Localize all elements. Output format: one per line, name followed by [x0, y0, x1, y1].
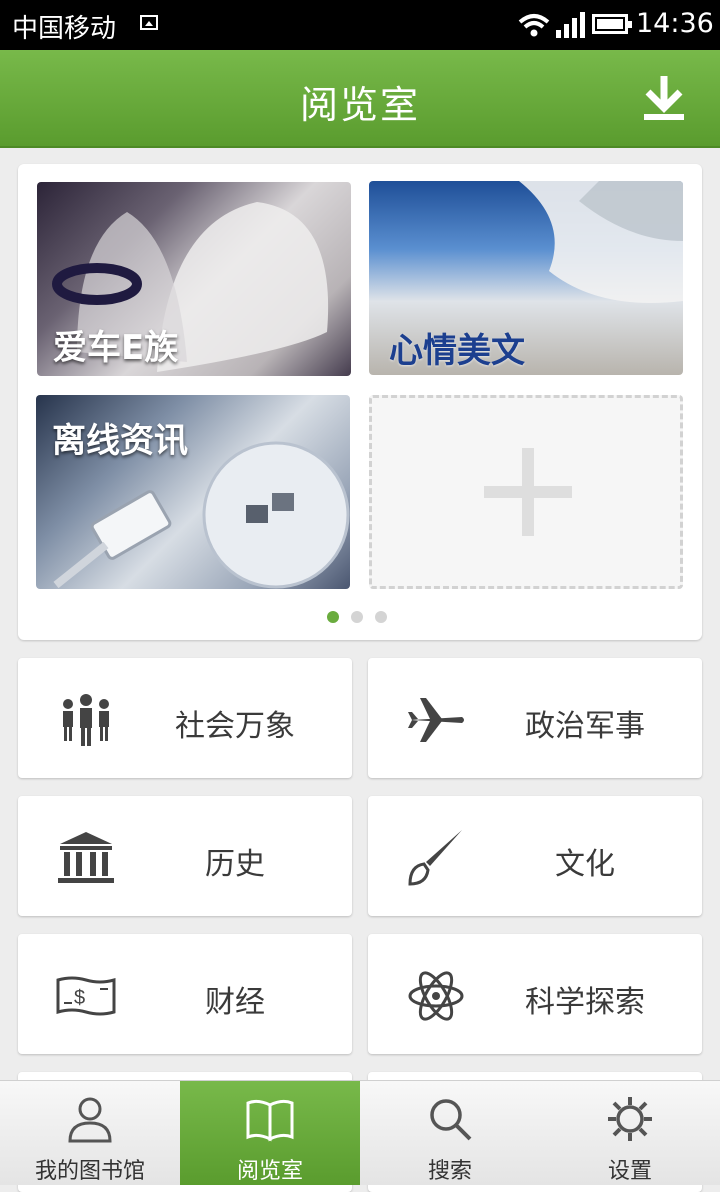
featured-carousel: 爱车E族 心情美文 离线资讯	[18, 164, 702, 640]
title-bar: 阅览室	[0, 50, 720, 148]
category-politics-military[interactable]: 政治军事	[368, 658, 702, 778]
tile-offline-news[interactable]: 离线资讯	[36, 395, 350, 589]
nav-search[interactable]: 搜索	[360, 1081, 540, 1185]
page-dot	[375, 611, 387, 623]
nav-label: 设置	[607, 1159, 652, 1184]
page-dot-active	[327, 611, 339, 623]
tile-car-club[interactable]: 爱车E族	[37, 182, 351, 376]
category-finance[interactable]: $ 财经	[18, 934, 352, 1054]
add-tile-button[interactable]	[369, 395, 683, 589]
category-label: 历史	[205, 847, 265, 882]
page-title: 阅览室	[299, 83, 420, 127]
nav-settings[interactable]: 设置	[540, 1081, 720, 1185]
nav-label: 阅览室	[236, 1159, 303, 1184]
wifi-signal-icon	[518, 12, 585, 38]
battery-icon	[592, 14, 632, 34]
category-label: 文化	[555, 847, 615, 882]
book-icon	[246, 1099, 294, 1142]
tile-mood-essays[interactable]: 心情美文	[369, 181, 683, 375]
download-icon[interactable]	[636, 70, 692, 126]
nav-reading-room[interactable]: 阅览室	[180, 1081, 360, 1185]
category-science[interactable]: 科学探索	[368, 934, 702, 1054]
museum-icon	[58, 832, 114, 883]
category-culture[interactable]: 文化	[368, 796, 702, 916]
tile-label: 爱车E族	[53, 328, 179, 368]
user-icon	[68, 1097, 112, 1143]
paintbrush-icon	[408, 830, 462, 886]
nav-label: 我的图书馆	[34, 1159, 145, 1184]
gear-icon	[608, 1097, 652, 1141]
category-label: 科学探索	[525, 985, 645, 1020]
search-icon	[430, 1099, 472, 1141]
nav-label: 搜索	[427, 1159, 472, 1184]
clock: 14:36	[636, 8, 714, 39]
carrier-name: 中国移动	[12, 14, 117, 44]
money-icon: $	[56, 976, 116, 1016]
category-label: 财经	[205, 985, 265, 1020]
tile-label: 心情美文	[389, 331, 525, 371]
atom-icon	[408, 971, 464, 1021]
bottom-nav: 我的图书馆 阅览室 搜索 设置	[0, 1080, 720, 1185]
status-bar: 中国移动 14:36	[0, 0, 720, 50]
page-indicator	[327, 608, 399, 627]
category-society[interactable]: 社会万象	[18, 658, 352, 778]
image-notification-icon	[140, 15, 158, 30]
category-label: 政治军事	[525, 709, 645, 744]
people-icon	[63, 694, 109, 746]
airplane-icon	[408, 698, 464, 742]
tile-label: 离线资讯	[52, 421, 188, 461]
nav-my-library[interactable]: 我的图书馆	[0, 1081, 180, 1185]
category-label: 社会万象	[175, 709, 295, 744]
svg-text:$: $	[74, 987, 85, 1009]
category-history[interactable]: 历史	[18, 796, 352, 916]
page-dot	[351, 611, 363, 623]
